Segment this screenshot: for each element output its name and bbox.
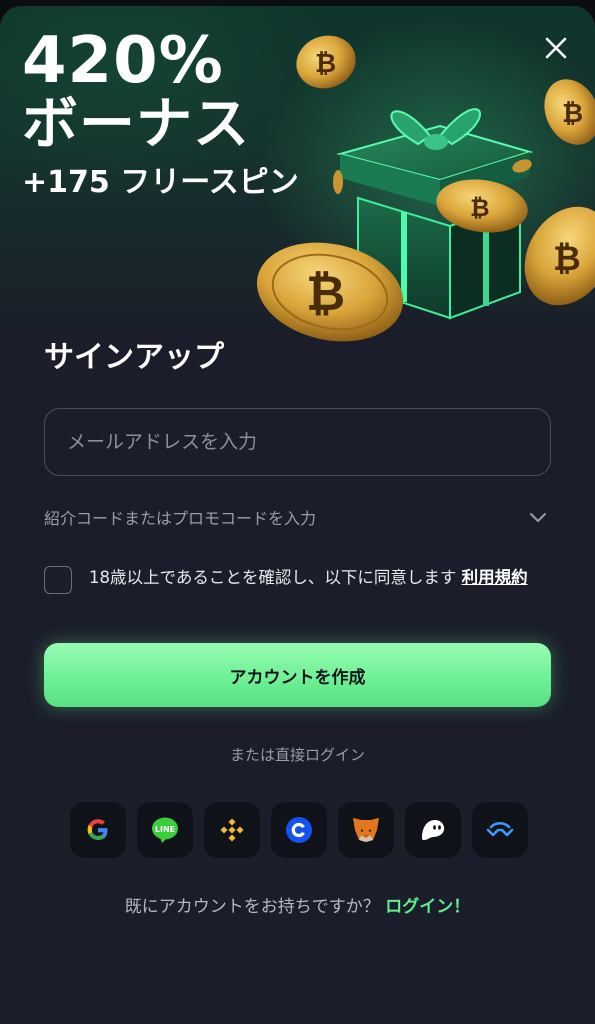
social-login-row: LINE bbox=[70, 802, 530, 858]
login-question: 既にアカウントをお持ちですか？ bbox=[124, 897, 386, 917]
metamask-login-button[interactable] bbox=[338, 802, 394, 858]
terms-statement: 18歳以上であることを確認し、以下に同意します bbox=[89, 568, 462, 587]
line-badge-text: LINE bbox=[155, 825, 175, 834]
login-link[interactable]: ログイン！ bbox=[385, 897, 470, 917]
svg-text:₿: ₿ bbox=[470, 194, 490, 222]
metamask-icon bbox=[353, 818, 379, 842]
signup-modal: ₿ ₿ ₿ ₿ ₿ 420% ボーナス +175 フリースピン サインアップ メ… bbox=[0, 6, 595, 1024]
age-terms-checkbox[interactable] bbox=[44, 566, 72, 594]
close-icon bbox=[545, 37, 567, 59]
binance-login-button[interactable] bbox=[204, 802, 260, 858]
bitcoin-coin-icon: ₿ bbox=[296, 35, 356, 89]
bitcoin-coin-icon: ₿ bbox=[544, 79, 595, 145]
phantom-login-button[interactable] bbox=[405, 802, 461, 858]
phantom-icon bbox=[422, 820, 445, 840]
terms-of-use-link[interactable]: 利用規約 bbox=[462, 568, 528, 587]
line-icon: LINE bbox=[152, 817, 178, 843]
free-spins-text: +175 フリースピン bbox=[22, 165, 299, 200]
close-button[interactable] bbox=[536, 28, 576, 68]
walletconnect-icon bbox=[486, 821, 514, 837]
social-login-divider-text: または直接ログイン bbox=[229, 746, 365, 764]
login-prompt: 既にアカウントをお持ちですか？ ログイン！ bbox=[0, 892, 595, 917]
chevron-down-icon bbox=[530, 513, 546, 522]
bonus-title: ボーナス bbox=[22, 92, 250, 157]
coinbase-login-button[interactable] bbox=[271, 802, 327, 858]
line-login-button[interactable]: LINE bbox=[137, 802, 193, 858]
svg-text:₿: ₿ bbox=[315, 49, 336, 79]
walletconnect-login-button[interactable] bbox=[472, 802, 528, 858]
terms-text: 18歳以上であることを確認し、以下に同意します 利用規約 bbox=[89, 564, 554, 592]
promo-code-label: 紹介コードまたはプロモコードを入力 bbox=[44, 509, 317, 528]
svg-text:₿: ₿ bbox=[306, 266, 345, 322]
bonus-banner: ₿ ₿ ₿ ₿ ₿ 420% ボーナス +175 フリースピン bbox=[0, 6, 595, 342]
email-input[interactable] bbox=[67, 431, 550, 453]
bonus-percent: 420% bbox=[22, 24, 224, 98]
create-account-button[interactable]: アカウントを作成 bbox=[44, 643, 551, 707]
page-title: サインアップ bbox=[44, 340, 224, 375]
promo-code-toggle[interactable]: 紹介コードまたはプロモコードを入力 bbox=[44, 502, 551, 532]
google-login-button[interactable] bbox=[70, 802, 126, 858]
svg-text:₿: ₿ bbox=[562, 99, 583, 129]
google-icon bbox=[87, 819, 108, 840]
email-field[interactable] bbox=[44, 408, 551, 476]
coinbase-icon bbox=[286, 817, 312, 843]
svg-text:₿: ₿ bbox=[553, 239, 581, 279]
binance-icon bbox=[220, 818, 244, 842]
